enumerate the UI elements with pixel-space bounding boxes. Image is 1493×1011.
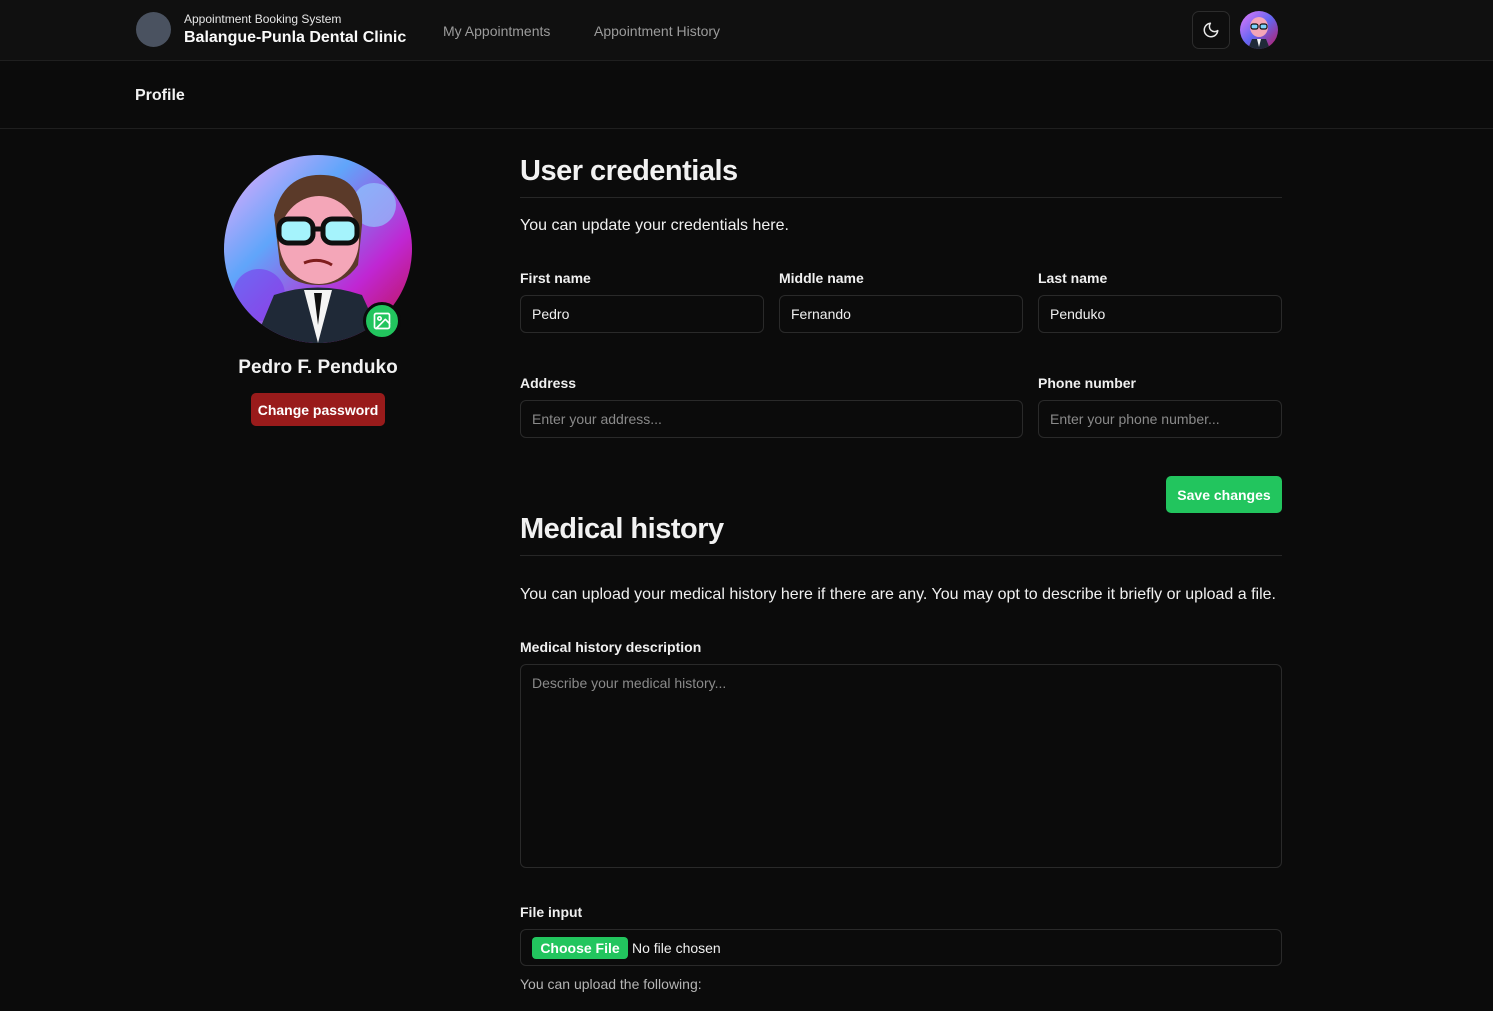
middle-name-label: Middle name <box>779 270 864 286</box>
first-name-input[interactable] <box>520 295 764 333</box>
phone-number-input[interactable] <box>1038 400 1282 438</box>
divider <box>520 555 1282 556</box>
file-input-label: File input <box>520 904 583 920</box>
top-navbar: Appointment Booking System Balangue-Punl… <box>0 0 1493 61</box>
clinic-name[interactable]: Balangue-Punla Dental Clinic <box>184 29 406 47</box>
nav-appointment-history[interactable]: Appointment History <box>594 23 720 39</box>
theme-toggle-button[interactable] <box>1192 11 1230 49</box>
file-input[interactable]: Choose File No file chosen <box>520 929 1282 966</box>
address-label: Address <box>520 375 577 391</box>
save-changes-button[interactable]: Save changes <box>1166 476 1282 513</box>
file-status: No file chosen <box>632 940 721 956</box>
credentials-description: You can update your credentials here. <box>520 217 789 234</box>
last-name-label: Last name <box>1038 270 1108 286</box>
change-password-button[interactable]: Change password <box>251 393 385 426</box>
nav-my-appointments[interactable]: My Appointments <box>443 23 550 39</box>
upload-photo-button[interactable] <box>363 302 401 340</box>
credentials-heading: User credentials <box>520 155 738 187</box>
divider <box>520 197 1282 198</box>
clinic-logo[interactable] <box>136 12 171 47</box>
first-name-label: First name <box>520 270 591 286</box>
user-avatar[interactable] <box>1240 11 1278 49</box>
address-input[interactable] <box>520 400 1023 438</box>
system-name: Appointment Booking System <box>184 12 342 26</box>
medical-history-description: You can upload your medical history here… <box>520 586 1276 603</box>
choose-file-button[interactable]: Choose File <box>532 937 628 959</box>
image-icon <box>373 312 391 330</box>
medical-history-heading: Medical history <box>520 513 724 545</box>
file-upload-hint: You can upload the following: <box>520 976 702 992</box>
last-name-input[interactable] <box>1038 295 1282 333</box>
profile-name: Pedro F. Penduko <box>238 357 398 378</box>
page-title: Profile <box>135 87 185 104</box>
middle-name-input[interactable] <box>779 295 1023 333</box>
medical-description-label: Medical history description <box>520 639 702 655</box>
moon-icon <box>1203 22 1219 38</box>
medical-description-textarea[interactable] <box>520 664 1282 868</box>
page-header: Profile <box>0 61 1493 129</box>
phone-number-label: Phone number <box>1038 375 1137 391</box>
